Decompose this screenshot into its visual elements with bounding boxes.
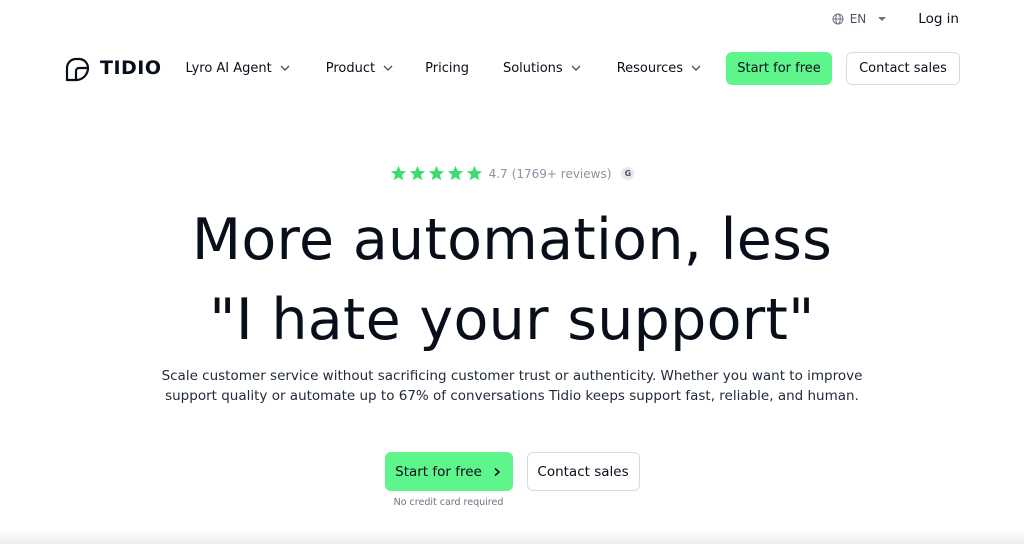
nav-item-pricing[interactable]: Pricing — [425, 61, 469, 76]
subtitle-line-2: support quality or automate up to 67% of… — [165, 388, 859, 404]
logo-text: TIDIO — [100, 57, 162, 79]
nav-items: Lyro AI Agent Product Pricing Solutions … — [186, 61, 704, 76]
login-link[interactable]: Log in — [918, 11, 959, 27]
main-nav: TIDIO Lyro AI Agent Product Pricing Solu… — [64, 50, 960, 86]
chevron-right-icon — [494, 467, 501, 476]
rating-score: 4.7 — [488, 166, 508, 181]
nav-item-label: Pricing — [425, 60, 469, 76]
button-label: Start for free — [395, 463, 482, 480]
chevron-down-icon — [571, 65, 581, 71]
star-icon — [428, 165, 444, 181]
utility-bar: EN Log in — [832, 11, 959, 27]
rating-count: (1769+ reviews) — [511, 166, 612, 181]
star-rating — [390, 165, 483, 182]
nav-item-label: Product — [325, 60, 376, 76]
section-divider-shadow — [0, 530, 1024, 544]
star-icon — [390, 165, 406, 181]
nav-cta: Start for free Contact sales — [726, 51, 960, 85]
nav-start-for-free-button[interactable]: Start for free — [726, 51, 832, 85]
language-label: EN — [849, 12, 867, 26]
caret-down-icon — [878, 17, 887, 21]
star-icon — [447, 165, 463, 181]
nav-item-label: Resources — [616, 60, 684, 76]
page: EN Log in TIDIO Lyro AI Agent Product Pr… — [0, 0, 1024, 544]
chevron-down-icon — [280, 65, 290, 71]
chevron-down-icon — [383, 65, 393, 71]
g2-badge-icon: G — [621, 167, 635, 180]
nav-item-lyro-ai-agent[interactable]: Lyro AI Agent — [186, 61, 292, 76]
star-icon — [409, 165, 425, 181]
subtitle-line-1: Scale customer service without sacrifici… — [161, 368, 863, 384]
globe-icon — [832, 13, 844, 25]
nav-item-label: Solutions — [502, 60, 563, 76]
language-selector[interactable]: EN — [832, 12, 887, 26]
headline-line-1: More automation, less — [191, 207, 833, 273]
chevron-down-icon — [691, 65, 701, 71]
nav-item-resources[interactable]: Resources — [617, 61, 703, 76]
no-credit-card-note: No credit card required — [393, 497, 504, 508]
tidio-logo-icon — [65, 57, 90, 82]
hero-contact-sales-button[interactable]: Contact sales — [526, 452, 640, 491]
rating-row: 4.7 (1769+ reviews) G — [0, 165, 1024, 182]
star-icon — [466, 165, 482, 181]
hero-headline: More automation, less "I hate your suppo… — [0, 200, 1024, 360]
nav-item-label: Lyro AI Agent — [185, 60, 272, 76]
nav-item-product[interactable]: Product — [326, 61, 395, 76]
hero-cta: Start for free Contact sales — [0, 452, 1024, 491]
nav-item-solutions[interactable]: Solutions — [503, 61, 583, 76]
tidio-logo[interactable]: TIDIO — [64, 53, 162, 83]
hero-start-for-free-button[interactable]: Start for free — [384, 452, 513, 491]
hero-subtitle: Scale customer service without sacrifici… — [0, 366, 1024, 406]
nav-contact-sales-button[interactable]: Contact sales — [846, 51, 960, 85]
headline-line-2: "I hate your support" — [209, 287, 815, 353]
